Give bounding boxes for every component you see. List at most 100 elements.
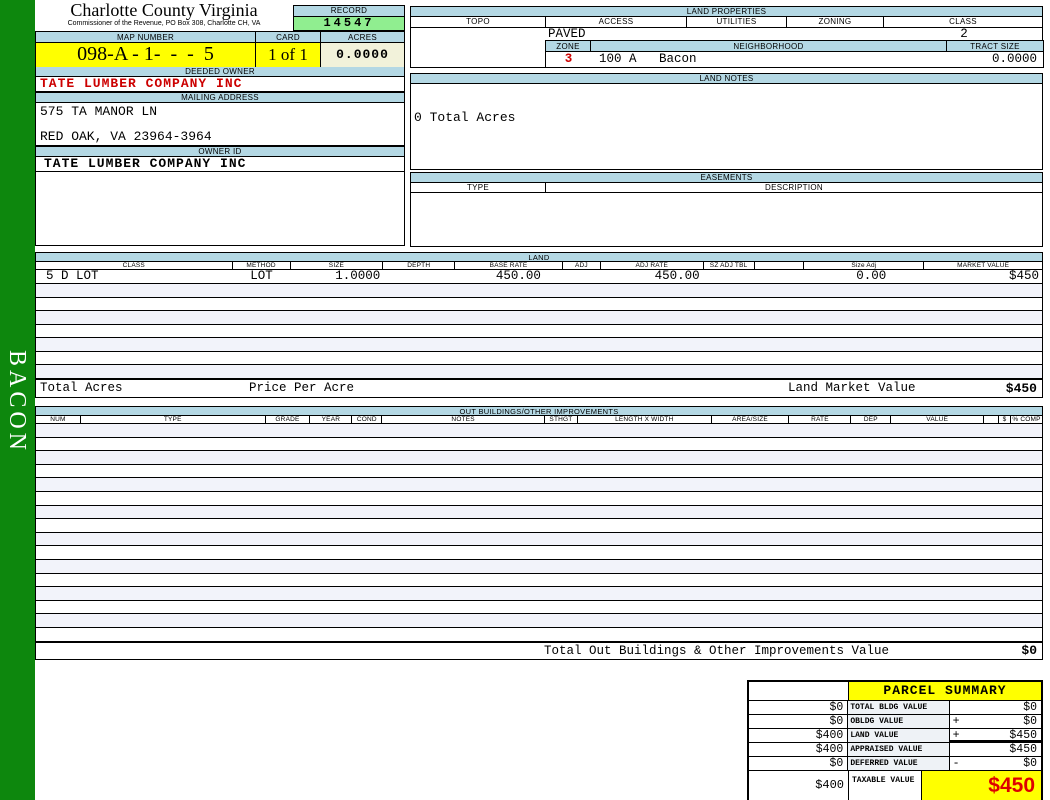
- empty-row: [36, 365, 1042, 379]
- sidebar-vertical-label: BACON: [4, 350, 30, 455]
- ob-col-spacer: [984, 416, 1000, 423]
- land-table-row: 5 D LOT LOT 1.0000 450.00 450.00 0.00 $4…: [35, 270, 1043, 284]
- mailing-address-line1: 575 TA MANOR LN: [40, 104, 158, 119]
- out-buildings-total-row: Total Out Buildings & Other Improvements…: [35, 642, 1043, 660]
- owner-id-value: TATE LUMBER COMPANY INC: [35, 157, 405, 172]
- empty-row: [36, 614, 1042, 628]
- land-col-spacer: [755, 262, 805, 269]
- prior-obldg-value: $0: [749, 715, 849, 728]
- ob-col-type: TYPE: [81, 416, 266, 423]
- land-table-headers: CLASS METHOD SIZE DEPTH BASE RATE ADJ AD…: [35, 262, 1043, 270]
- map-number-label: MAP NUMBER: [35, 31, 255, 43]
- acres-label: ACRES: [320, 31, 405, 43]
- deferred-value-label: DEFERRED VALUE: [848, 757, 950, 770]
- land-market-value: $450: [1005, 381, 1037, 396]
- price-per-acre-label: Price Per Acre: [249, 381, 355, 395]
- land-col-size-adj: Size Adj: [804, 262, 925, 269]
- out-buildings-empty-rows: [35, 424, 1043, 642]
- card-value: 1 of 1: [255, 43, 320, 67]
- map-card-acres-headers: MAP NUMBER CARD ACRES: [35, 31, 405, 43]
- prior-deferred-value: $0: [749, 757, 849, 770]
- ob-col-dep: DEP: [851, 416, 892, 423]
- utilities-label: UTILITIES: [686, 17, 786, 28]
- prior-appraised-value: $400: [749, 743, 849, 756]
- topo-label: TOPO: [410, 17, 545, 28]
- total-bldg-value-cell: $0: [950, 701, 1041, 714]
- land-row-sz-adj-tbl: [704, 270, 755, 283]
- land-col-market-value: MARKET VALUE: [957, 262, 1010, 269]
- land-properties-values: PAVED 2: [410, 27, 1043, 41]
- total-bldg-value-label: TOTAL BLDG VALUE: [848, 701, 950, 714]
- total-acres-label: Total Acres: [40, 381, 123, 395]
- owner-panel: Charlotte County Virginia Commissioner o…: [35, 0, 405, 246]
- ob-col-length-width: LENGTH X WIDTH: [578, 416, 712, 423]
- tract-size-value: 0.0000: [991, 52, 1037, 66]
- empty-row: [36, 451, 1042, 465]
- mailing-address-line2: RED OAK, VA 23964-3964: [40, 129, 212, 144]
- land-row-adj: [563, 270, 601, 283]
- appraised-value-label: APPRAISED VALUE: [848, 743, 950, 756]
- ob-col-rate: RATE: [789, 416, 852, 423]
- land-value-label: LAND VALUE: [848, 729, 950, 742]
- land-row-method: LOT: [250, 270, 273, 283]
- out-buildings-title: OUT BUILDINGS/OTHER IMPROVEMENTS: [35, 406, 1043, 416]
- land-notes-text: 0 Total Acres: [410, 84, 1043, 170]
- zone-values: 3 100 A Bacon 0.0000: [545, 52, 1044, 68]
- land-col-method: METHOD: [233, 262, 291, 269]
- empty-row: [36, 437, 1042, 452]
- county-subtitle: Commissioner of the Revenue, PO Box 308,…: [67, 20, 261, 27]
- taxable-value-label: TAXABLE VALUE: [849, 771, 922, 800]
- empty-row: [36, 464, 1042, 479]
- class-value: 2: [960, 27, 968, 41]
- empty-row: [36, 532, 1042, 547]
- land-row-adj-rate: 450.00: [654, 270, 700, 283]
- easements-headers: TYPE DESCRIPTION: [410, 183, 1043, 193]
- record-box: RECORD 14547: [293, 5, 405, 31]
- empty-row: [36, 600, 1042, 615]
- land-empty-rows: [35, 284, 1043, 379]
- land-notes-title: LAND NOTES: [410, 73, 1043, 84]
- acres-value: 0.0000: [320, 43, 405, 67]
- parcel-summary: PARCEL SUMMARY $0 TOTAL BLDG VALUE $0 $0…: [747, 680, 1043, 800]
- easement-description-label: DESCRIPTION: [545, 183, 1043, 193]
- obldg-value: $0: [1023, 715, 1037, 728]
- zone-value: 3: [564, 52, 573, 66]
- land-row-depth: [383, 270, 455, 283]
- parcel-summary-header-spacer: [749, 682, 849, 700]
- ob-col-cond: COND: [352, 416, 383, 423]
- prior-taxable-value: $400: [749, 771, 849, 800]
- prior-land-value: $400: [749, 729, 849, 742]
- land-market-value-label: Land Market Value: [788, 381, 916, 395]
- zone-headers: ZONE NEIGHBORHOOD TRACT SIZE: [545, 40, 1044, 52]
- land-row-class: 5 D LOT: [46, 270, 99, 283]
- land-row-market-value: $450: [1008, 270, 1039, 283]
- summary-row-appraised: $400 APPRAISED VALUE $450: [749, 742, 1041, 756]
- empty-row: [36, 519, 1042, 533]
- land-notes-section: LAND NOTES 0 Total Acres: [410, 73, 1043, 170]
- empty-row: [36, 505, 1042, 520]
- county-header: Charlotte County Virginia Commissioner o…: [35, 0, 405, 31]
- out-buildings-section: OUT BUILDINGS/OTHER IMPROVEMENTS NUM TYP…: [35, 406, 1043, 642]
- land-op: +: [952, 729, 960, 742]
- easements-section: EASEMENTS TYPE DESCRIPTION: [410, 172, 1043, 247]
- land-col-depth: DEPTH: [383, 262, 456, 269]
- record-value: 14547: [293, 17, 405, 31]
- land-row-size: 1.0000: [335, 270, 381, 283]
- land-properties-title: LAND PROPERTIES: [410, 6, 1043, 17]
- ob-col-num: NUM: [36, 416, 81, 423]
- land-row-size-adj: 0.00: [856, 270, 887, 283]
- land-table-section: LAND CLASS METHOD SIZE DEPTH BASE RATE A…: [35, 252, 1043, 379]
- out-buildings-total-value: $0: [1021, 643, 1037, 658]
- zone-label: ZONE: [545, 40, 590, 52]
- owner-panel-empty-area: [35, 172, 405, 246]
- land-col-base-rate: BASE RATE: [455, 262, 563, 269]
- ob-col-value: VALUE: [891, 416, 985, 423]
- empty-row: [36, 573, 1042, 588]
- property-record-card: BACON Charlotte County Virginia Commissi…: [0, 0, 1050, 800]
- ob-col-area-size: AREA/SIZE: [712, 416, 790, 423]
- obldg-value-label: OBLDG VALUE: [848, 715, 950, 728]
- land-value-cell: + $450: [949, 729, 1041, 742]
- neighborhood-label: NEIGHBORHOOD: [590, 40, 946, 52]
- empty-row: [36, 478, 1042, 492]
- summary-row-land: $400 LAND VALUE + $450: [749, 728, 1041, 742]
